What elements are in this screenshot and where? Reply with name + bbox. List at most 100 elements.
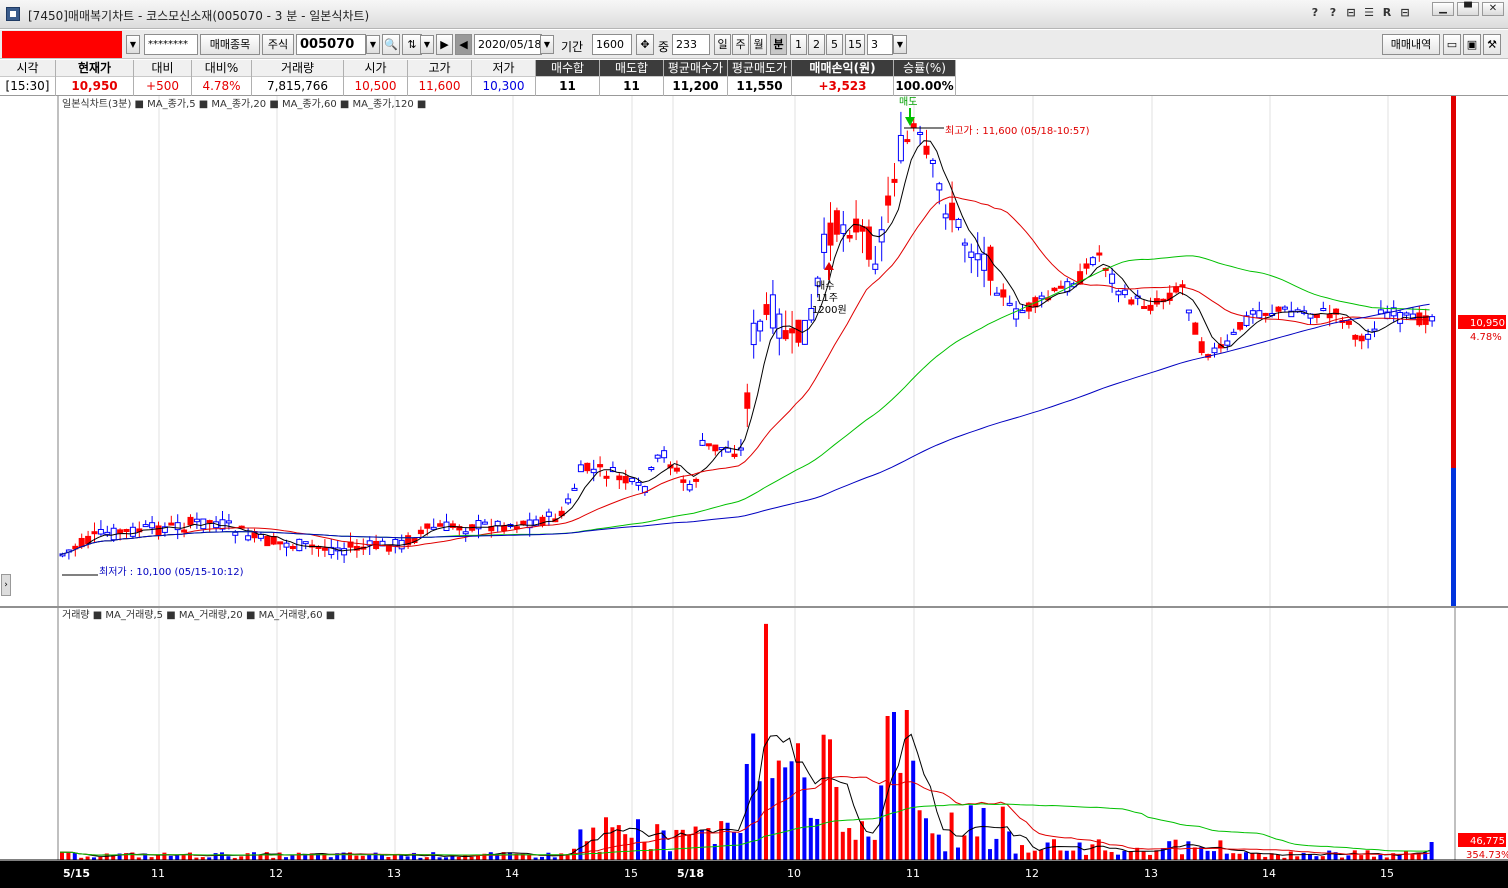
x-tick-label: 15 — [1380, 867, 1394, 880]
folder-icon[interactable]: ▭ — [1443, 34, 1461, 55]
volume-down — [1013, 853, 1018, 860]
info-pnl: 매매손익(원) +3,523 — [792, 60, 894, 96]
r-icon[interactable]: R — [1380, 6, 1394, 22]
volume-up — [623, 834, 628, 860]
candle-down — [232, 531, 239, 536]
period-5[interactable]: 5 — [826, 34, 843, 55]
volume-up — [872, 839, 877, 860]
code-input[interactable]: 005070 — [296, 34, 366, 55]
candlestick-chart[interactable]: 일본식차트(3분) ■ MA_종가,5 ■ MA_종가,20 ■ MA_종가,6… — [0, 96, 1508, 888]
volume-down — [1167, 841, 1172, 860]
custom-dropdown-icon[interactable]: ▼ — [893, 35, 907, 54]
period-minute[interactable]: 분 — [770, 34, 787, 55]
date-input[interactable]: 2020/05/18 — [474, 34, 542, 55]
candle-up — [853, 218, 860, 233]
buy-label-2: 11주 — [816, 293, 838, 304]
settings-icon[interactable]: ☰ — [1362, 6, 1376, 22]
period-2[interactable]: 2 — [808, 34, 825, 55]
x-tick-label: 13 — [387, 867, 401, 880]
candle-up — [705, 443, 712, 447]
count-input[interactable]: 233 — [672, 34, 710, 55]
password-field[interactable]: ******** — [144, 34, 198, 55]
date-dropdown-icon[interactable]: ▼ — [540, 35, 554, 54]
candle-down — [929, 159, 936, 164]
sort-icon[interactable]: ⇅ — [402, 34, 422, 55]
title-bar: [7450]매매복기차트 - 코스모신소재(005070 - 3 분 - 일본식… — [0, 0, 1508, 29]
candle-up — [117, 529, 124, 534]
code-dropdown-icon[interactable]: ▼ — [366, 35, 380, 54]
period-day[interactable]: 일 — [714, 34, 731, 55]
candle-up — [833, 210, 840, 235]
candle-down — [129, 526, 136, 537]
history-button[interactable]: 매매내역 — [1382, 34, 1440, 55]
volume-down — [226, 856, 231, 860]
screen-icon[interactable]: ⊟ — [1344, 6, 1358, 22]
candle-up — [1358, 335, 1365, 342]
stock-select-button[interactable]: 매매종목 — [200, 34, 260, 55]
move-icon[interactable]: ✥ — [636, 34, 654, 55]
candle-down — [1429, 316, 1436, 322]
candle-up — [782, 330, 789, 340]
candle-down — [97, 528, 104, 535]
volume-up — [1352, 850, 1357, 860]
candle-down — [750, 322, 757, 346]
info-change: 대비 +500 — [134, 60, 192, 96]
volume-up — [655, 824, 660, 860]
search-icon[interactable]: 🔍 — [382, 34, 400, 55]
candle-up — [206, 520, 213, 524]
volume-down — [367, 854, 372, 860]
volume-down — [175, 855, 180, 860]
volume-down — [1122, 850, 1127, 860]
candle-down — [974, 253, 981, 261]
period-month[interactable]: 월 — [750, 34, 767, 55]
volume-up — [840, 831, 845, 860]
ma120-line — [59, 303, 1430, 556]
account-dropdown-icon[interactable]: ▼ — [126, 35, 140, 54]
side-panel-toggle-icon[interactable]: › — [1, 574, 11, 596]
period-1[interactable]: 1 — [790, 34, 807, 55]
candle-down — [776, 313, 783, 339]
minimize-icon[interactable]: ▁ — [1432, 2, 1454, 16]
last-volume: 46,775 — [1470, 836, 1505, 847]
info-sell-sum: 매도합 11 — [600, 60, 664, 96]
period-15[interactable]: 15 — [845, 34, 865, 55]
link-icon[interactable]: ? — [1308, 6, 1322, 22]
candle-down — [917, 131, 924, 135]
save-icon[interactable]: ▣ — [1463, 34, 1481, 55]
info-high: 고가 11,600 — [408, 60, 472, 96]
volume-down — [636, 819, 640, 860]
account-selector[interactable] — [2, 31, 122, 58]
candle-up — [168, 522, 175, 526]
volume-bars — [60, 623, 1434, 860]
period-custom[interactable]: 3 — [867, 34, 893, 55]
candle-down — [302, 541, 309, 545]
volume-down — [956, 847, 960, 860]
volume-down — [725, 822, 730, 860]
ma20-line — [59, 196, 1430, 556]
close-icon[interactable]: ✕ — [1482, 2, 1504, 16]
candle-up — [789, 328, 796, 334]
volume-down — [213, 853, 218, 860]
candle-up — [597, 464, 604, 468]
layout-icon[interactable]: ⊟ — [1398, 6, 1412, 22]
period-week[interactable]: 주 — [732, 34, 749, 55]
volume-down — [808, 817, 813, 860]
x-tick-label: 13 — [1144, 867, 1158, 880]
market-button[interactable]: 주식 — [262, 34, 294, 55]
info-change-pct: 대비% 4.78% — [192, 60, 252, 96]
candle-up — [1326, 313, 1333, 319]
buy-label-3: 1200원 — [812, 304, 847, 316]
next-icon[interactable]: ▶ — [436, 34, 453, 55]
candle-down — [1256, 310, 1263, 319]
sort-dropdown-icon[interactable]: ▼ — [420, 35, 434, 54]
prev-icon[interactable]: ◀ — [455, 34, 472, 55]
chart-area[interactable]: 일본식차트(3분) ■ MA_종가,5 ■ MA_종가,20 ■ MA_종가,6… — [0, 96, 1508, 888]
info-low: 저가 10,300 — [472, 60, 536, 96]
help-icon[interactable]: ? — [1326, 6, 1340, 22]
volume-down — [1429, 842, 1434, 860]
maximize-icon[interactable]: ▀ — [1457, 2, 1479, 16]
volume-down — [1301, 852, 1306, 860]
period-input[interactable]: 1600 — [592, 34, 632, 55]
candle-down — [1320, 308, 1327, 312]
tool-icon[interactable]: ⚒ — [1483, 34, 1501, 55]
